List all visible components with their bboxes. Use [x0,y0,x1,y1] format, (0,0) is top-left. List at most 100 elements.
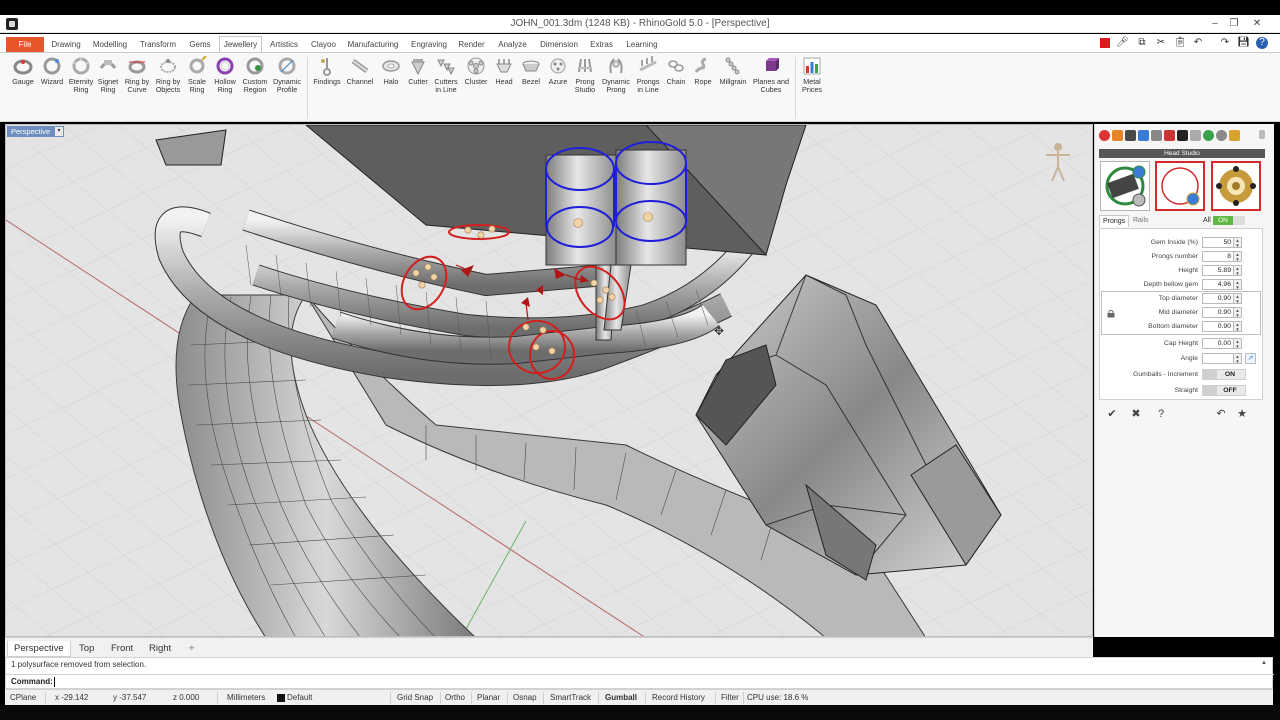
prongs-number-spinner[interactable]: ▲ ▼ [1234,251,1242,262]
filter-toggle[interactable]: Filter [721,690,739,706]
tab-render[interactable]: Render [455,37,488,52]
head-type-thumb-2[interactable] [1155,161,1205,211]
tab-clayoo[interactable]: Clayoo [307,37,340,52]
view-tab-perspective[interactable]: Perspective [7,641,71,657]
help-panel-icon[interactable] [1203,130,1214,141]
tab-analyze[interactable]: Analyze [494,37,531,52]
scale-ring-button[interactable]: Scale Ring [183,56,211,94]
smarttrack-toggle[interactable]: SmartTrack [550,690,591,706]
mid-diameter-spinner[interactable]: ▲ ▼ [1234,307,1242,318]
grid-snap-toggle[interactable]: Grid Snap [397,690,433,706]
viewport-label[interactable]: Perspective ▾ [7,126,64,137]
millgrain-button[interactable]: Millgrain [716,56,750,86]
ring-by-objects-button[interactable]: Ring by Objects [152,56,184,94]
tab-rails[interactable]: Rails [1133,215,1149,226]
snap-icon[interactable] [1190,130,1201,141]
mid-diameter-input[interactable]: 0.90 [1202,307,1234,318]
findings-button[interactable]: Findings [311,56,343,86]
display-icon[interactable] [1125,130,1136,141]
osnap-toggle[interactable]: Osnap [513,690,537,706]
tab-extras[interactable]: Extras [587,37,616,52]
panel-options-icon[interactable] [1259,130,1265,139]
prongs-in-line-button[interactable]: Prongs in Line [633,56,663,94]
tab-engraving[interactable]: Engraving [407,37,451,52]
bottom-diameter-spinner[interactable]: ▲ ▼ [1234,321,1242,332]
close-button[interactable]: ✕ [1250,17,1264,30]
view-tab-top[interactable]: Top [73,641,100,657]
mic-icon[interactable]: 🎤︎ [1116,37,1129,49]
tab-drawing[interactable]: Drawing [49,37,83,52]
gem-icon[interactable] [1229,130,1240,141]
gem-inside-input[interactable]: 50 [1202,237,1234,248]
history-icon[interactable] [1216,130,1227,141]
perspective-viewport[interactable]: ✥ [5,124,1093,637]
ring-by-curve-button[interactable]: Ring by Curve [121,56,153,94]
dynamic-prong-button[interactable]: Dynamic Prong [600,56,632,94]
gumball-toggle[interactable]: Gumball [605,690,637,706]
add-view-tab-icon[interactable]: ⌖ [183,641,200,657]
rope-button[interactable]: Rope [690,56,716,86]
tab-dimension[interactable]: Dimension [536,37,582,52]
tab-gems[interactable]: Gems [185,37,215,52]
ortho-toggle[interactable]: Ortho [445,690,465,706]
cap-height-input[interactable]: 0.00 [1202,338,1234,349]
bottom-diameter-input[interactable]: 0.90 [1202,321,1234,332]
minimize-button[interactable]: – [1208,17,1222,30]
tab-manufacturing[interactable]: Manufacturing [345,37,401,52]
tab-prongs[interactable]: Prongs [1099,215,1130,227]
material-icon[interactable] [1099,130,1110,141]
render-icon[interactable] [1164,130,1175,141]
planar-toggle[interactable]: Planar [477,690,500,706]
paste-icon[interactable]: 📋︎ [1174,37,1187,49]
file-tab[interactable]: File [6,37,44,52]
azure-button[interactable]: Azure [544,56,572,86]
units-label[interactable]: Millimeters [227,690,265,706]
depth-bellow-gem-spinner[interactable]: ▲ ▼ [1234,279,1242,290]
rg-icon[interactable] [1177,130,1188,141]
height-input[interactable]: 5.89 [1202,265,1234,276]
cutter-button[interactable]: Cutter [404,56,432,86]
angle-pick-icon[interactable]: ↗ [1245,353,1256,364]
gauge-button[interactable]: Gauge [8,56,38,86]
history-scroll-icon[interactable]: ▲ [1261,660,1269,670]
help-question-icon[interactable]: ? [1154,407,1168,421]
stop-icon[interactable] [1100,38,1110,48]
help-icon[interactable]: ? [1256,37,1268,49]
tab-artistics[interactable]: Artistics [266,37,302,52]
channel-button[interactable]: Channel [344,56,376,86]
cutters-in-line-button[interactable]: Cutters in Line [432,56,460,94]
record-history-toggle[interactable]: Record History [652,690,705,706]
head-type-thumb-1[interactable] [1100,161,1150,211]
view-tab-right[interactable]: Right [143,641,177,657]
grid-icon[interactable] [1151,130,1162,141]
head-type-thumb-3[interactable] [1211,161,1261,211]
wizard-button[interactable]: Wizard [37,56,67,86]
height-spinner[interactable]: ▲ ▼ [1234,265,1242,276]
layers-icon[interactable] [1112,130,1123,141]
angle-spinner[interactable]: ▲ ▼ [1234,353,1242,364]
accept-icon[interactable]: ✔ [1105,407,1119,421]
dynamic-profile-button[interactable]: Dynamic Profile [270,56,304,94]
redo-icon[interactable]: ↷ [1219,37,1231,49]
properties-icon[interactable] [1138,130,1149,141]
prongs-number-input[interactable]: 8 [1202,251,1234,262]
depth-bellow-gem-input[interactable]: 4.96 [1202,279,1234,290]
cancel-icon[interactable]: ✖ [1129,407,1143,421]
tab-transform[interactable]: Transform [136,37,180,52]
metal-prices-button[interactable]: Metal Prices [798,56,826,94]
chain-button[interactable]: Chain [663,56,689,86]
tab-modelling[interactable]: Modelling [88,37,132,52]
maximize-button[interactable]: ❐ [1227,17,1241,30]
top-diameter-spinner[interactable]: ▲ ▼ [1234,293,1242,304]
tab-jewellery[interactable]: Jewellery [219,36,262,53]
reset-undo-icon[interactable]: ↶ [1214,407,1228,421]
gem-inside-spinner[interactable]: ▲ ▼ [1234,237,1242,248]
cplane-label[interactable]: CPlane [10,690,36,706]
cut-icon[interactable]: ✂ [1155,37,1167,49]
planes-and-cubes-button[interactable]: Planes and Cubes [750,56,792,94]
signet-ring-button[interactable]: Signet Ring [93,56,123,94]
view-tab-front[interactable]: Front [105,641,139,657]
cluster-button[interactable]: Cluster [461,56,491,86]
prong-studio-button[interactable]: Prong Studio [571,56,599,94]
all-toggle[interactable]: ON [1213,216,1233,225]
